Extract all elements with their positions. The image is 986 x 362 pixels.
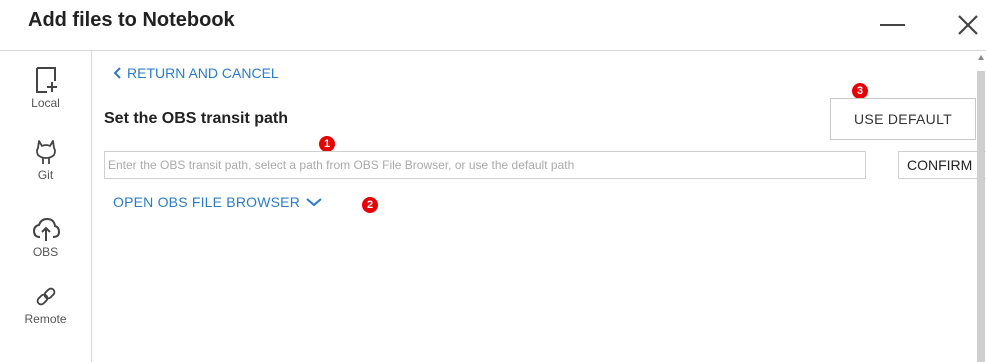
- local-file-add-icon: [35, 67, 57, 93]
- cloud-upload-icon: [32, 217, 60, 241]
- sidebar-item-label: Remote: [24, 312, 67, 326]
- source-sidebar: Local Git OBS Remote: [0, 51, 92, 362]
- annotation-badge-1: 1: [319, 136, 335, 152]
- dialog-titlebar: Add files to Notebook: [0, 0, 986, 51]
- minimize-icon[interactable]: [880, 24, 905, 26]
- sidebar-item-label: Local: [31, 96, 60, 110]
- close-icon[interactable]: [954, 11, 982, 39]
- open-browser-label: OPEN OBS FILE BROWSER: [113, 194, 301, 210]
- scroll-thumb[interactable]: [977, 71, 985, 362]
- link-icon: [36, 287, 55, 306]
- annotation-badge-3: 3: [852, 83, 868, 99]
- github-icon: [35, 140, 56, 164]
- obs-path-input[interactable]: [104, 151, 866, 179]
- confirm-button[interactable]: CONFIRM: [898, 151, 986, 179]
- sidebar-item-remote[interactable]: Remote: [0, 286, 91, 326]
- open-obs-file-browser-link[interactable]: OPEN OBS FILE BROWSER: [113, 194, 322, 210]
- sidebar-item-label: Git: [37, 168, 54, 182]
- sidebar-item-label: OBS: [32, 245, 59, 259]
- sidebar-item-local[interactable]: Local: [0, 66, 91, 110]
- chevron-left-icon: [113, 67, 121, 79]
- sidebar-item-obs[interactable]: OBS: [0, 217, 91, 259]
- dialog-title: Add files to Notebook: [28, 9, 235, 31]
- return-label: RETURN AND CANCEL: [127, 65, 279, 81]
- section-title: Set the OBS transit path: [104, 110, 289, 127]
- vertical-scrollbar[interactable]: [976, 51, 986, 362]
- sidebar-item-git[interactable]: Git: [0, 138, 91, 182]
- return-and-cancel-link[interactable]: RETURN AND CANCEL: [113, 65, 279, 81]
- scroll-up-arrow-icon[interactable]: [978, 55, 984, 60]
- chevron-down-icon: [306, 198, 322, 207]
- use-default-button[interactable]: USE DEFAULT: [830, 98, 976, 140]
- annotation-badge-2: 2: [362, 197, 378, 213]
